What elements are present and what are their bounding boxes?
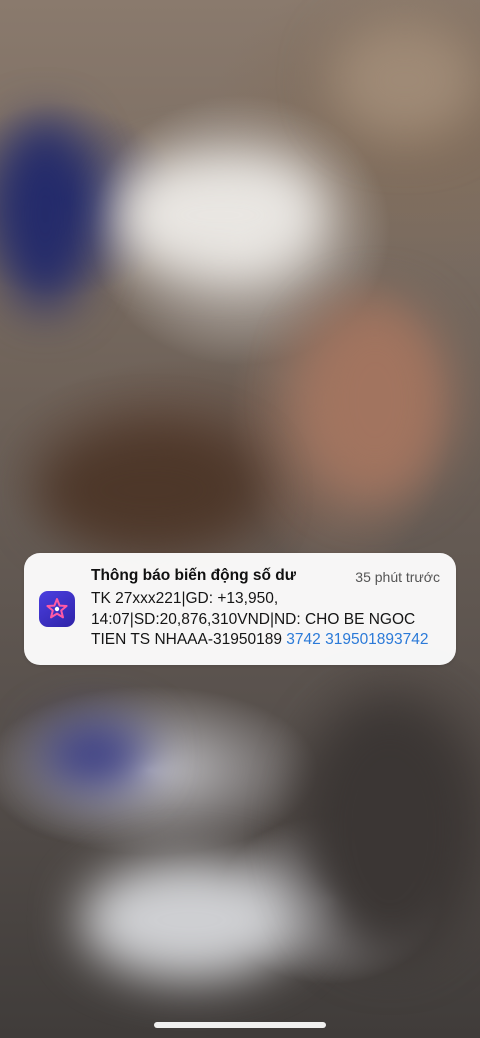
notification-body-line-2: 14:07|SD:20,876,310VND|ND: CHO BE NGOC [91, 610, 416, 628]
home-indicator[interactable] [154, 1022, 326, 1028]
notification-title: Thông báo biến động số dư [91, 567, 296, 584]
notification-body-line-1: TK 27xxx221|GD: +13,950, [91, 590, 279, 607]
star-app-icon [39, 591, 75, 627]
phone-number-link[interactable]: 3742 319501893742 [286, 631, 428, 648]
notification-body-line-3: TIEN TS NHAAA-31950189 3742 319501893742 [91, 630, 451, 651]
blurred-wallpaper [0, 0, 480, 1038]
notification-time: 35 phút trước [355, 569, 440, 585]
notification-body: TK 27xxx221|GD: +13,950, 14:07|SD:20,876… [91, 589, 451, 651]
balance-notification[interactable]: Thông báo biến động số dư 35 phút trước … [24, 553, 456, 665]
notification-body-line-3-text: TIEN TS NHAAA-31950189 [91, 631, 282, 648]
